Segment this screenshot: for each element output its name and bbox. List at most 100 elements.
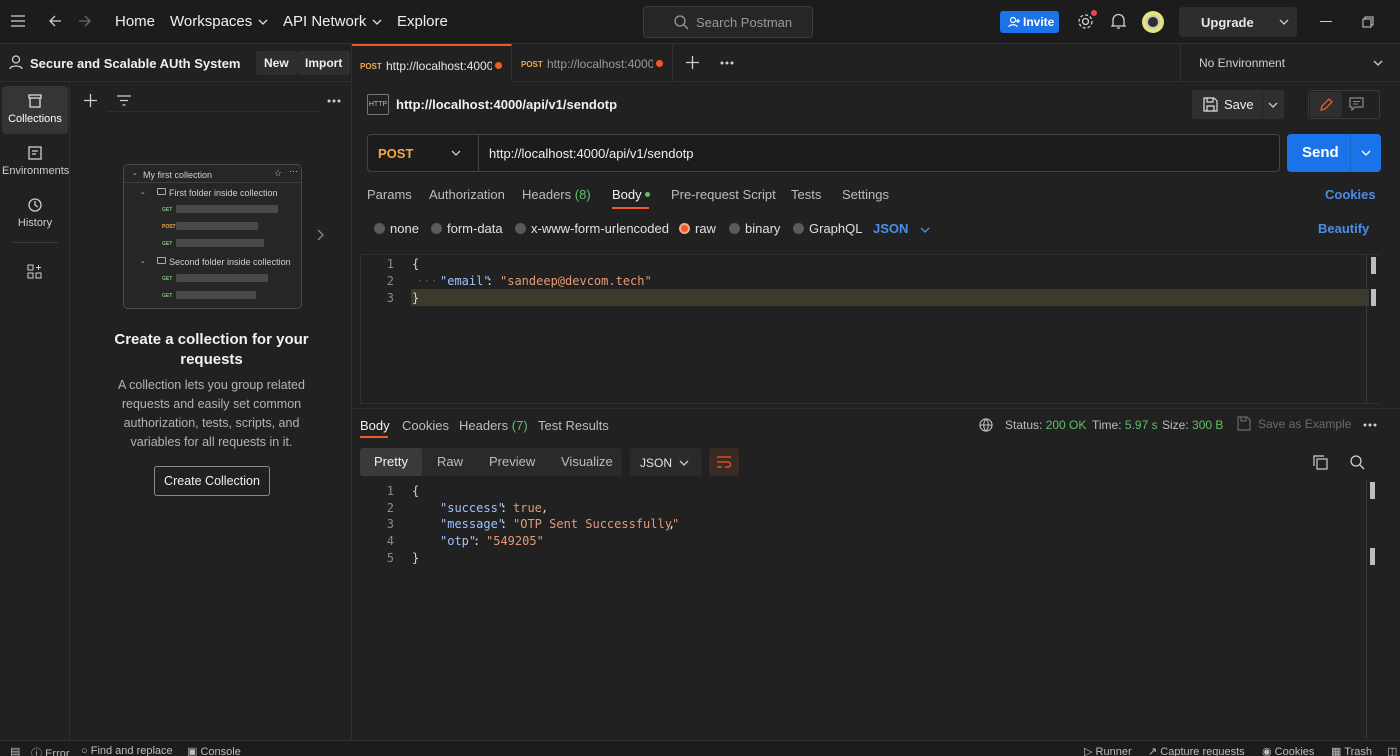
trash-button[interactable]: ▦ Trash bbox=[1331, 745, 1372, 756]
new-button[interactable]: New bbox=[256, 51, 297, 75]
nav-home[interactable]: Home bbox=[115, 13, 155, 30]
url-input[interactable] bbox=[478, 135, 1268, 171]
radio-x-www-form-urlencoded[interactable]: x-www-form-urlencoded bbox=[515, 221, 669, 236]
back-arrow-icon[interactable] bbox=[48, 14, 62, 28]
invite-button[interactable]: Invite bbox=[1000, 11, 1059, 33]
restore-window-icon[interactable] bbox=[1362, 16, 1374, 28]
save-as-example-button[interactable]: Save as Example bbox=[1258, 417, 1351, 431]
workspace-name[interactable]: Secure and Scalable AUth System bbox=[30, 56, 241, 71]
request-tab[interactable]: POST http://localhost:4000/api/v1/sendot… bbox=[352, 44, 512, 82]
minimize-icon[interactable] bbox=[1320, 21, 1332, 22]
rail-item-collections[interactable]: Collections bbox=[2, 86, 68, 134]
radio-form-data[interactable]: form-data bbox=[431, 221, 503, 236]
code-string: "sandeep@devcom.tech" bbox=[500, 274, 652, 288]
radio-raw[interactable]: raw bbox=[679, 221, 716, 236]
chevron-down-icon bbox=[258, 19, 268, 25]
user-icon bbox=[9, 55, 23, 70]
environment-label: No Environment bbox=[1199, 56, 1286, 70]
pane-divider[interactable] bbox=[352, 408, 1400, 409]
cookies-link[interactable]: Cookies bbox=[1325, 187, 1376, 202]
radio-none[interactable]: none bbox=[374, 221, 419, 236]
code-comma: , bbox=[541, 501, 549, 515]
globe-icon[interactable] bbox=[979, 418, 993, 432]
view-visualize[interactable]: Visualize bbox=[561, 448, 613, 476]
beautify-link[interactable]: Beautify bbox=[1318, 221, 1369, 236]
save-button[interactable]: Save bbox=[1192, 90, 1284, 119]
configure-sidebar-icon[interactable] bbox=[27, 264, 42, 279]
chevron-right-icon[interactable] bbox=[317, 229, 324, 241]
add-icon[interactable] bbox=[84, 94, 97, 107]
nav-explore[interactable]: Explore bbox=[397, 13, 448, 30]
response-tab-test-results[interactable]: Test Results bbox=[538, 418, 609, 433]
more-options-icon[interactable] bbox=[327, 99, 341, 103]
response-tab-cookies[interactable]: Cookies bbox=[402, 418, 449, 433]
request-title[interactable]: http://localhost:4000/api/v1/sendotp bbox=[396, 97, 617, 112]
wrap-lines-icon[interactable] bbox=[709, 448, 739, 476]
nav-workspaces[interactable]: Workspaces bbox=[170, 13, 268, 30]
more-options-icon[interactable] bbox=[1363, 423, 1377, 427]
send-button[interactable]: Send bbox=[1287, 134, 1381, 172]
body-format-select[interactable]: JSON bbox=[873, 221, 930, 236]
runner-button[interactable]: ▷ Runner bbox=[1084, 745, 1132, 756]
environments-icon bbox=[28, 146, 42, 160]
tab-tests[interactable]: Tests bbox=[791, 187, 821, 202]
chevron-down-icon[interactable] bbox=[1268, 102, 1278, 108]
collections-search-input[interactable] bbox=[107, 90, 318, 112]
status-readout: Status: 200 OK bbox=[1005, 418, 1086, 432]
response-tab-headers[interactable]: Headers (7) bbox=[459, 418, 528, 433]
sidebar-toggle-icon[interactable]: ▤ bbox=[10, 745, 20, 756]
editor-scrollbar-thumb[interactable] bbox=[1371, 289, 1376, 306]
chevron-down-icon[interactable] bbox=[1361, 150, 1371, 156]
tab-authorization[interactable]: Authorization bbox=[429, 187, 505, 202]
code-string: "OTP Sent Successfully" bbox=[513, 517, 680, 531]
console-button[interactable]: ▣ Console bbox=[187, 745, 241, 756]
create-collection-button[interactable]: Create Collection bbox=[154, 466, 270, 496]
cookies-button[interactable]: ◉ Cookies bbox=[1262, 745, 1314, 756]
search-bar[interactable]: Search Postman bbox=[643, 6, 813, 38]
request-tab[interactable]: POST http://localhost:4000/api/v1/login bbox=[513, 44, 673, 82]
viewer-scrollbar-thumb[interactable] bbox=[1370, 548, 1375, 565]
upgrade-button[interactable]: Upgrade bbox=[1179, 7, 1297, 37]
environment-selector[interactable]: No Environment bbox=[1180, 44, 1400, 82]
code-token: { bbox=[412, 484, 420, 498]
find-replace-button[interactable]: ○ Find and replace bbox=[81, 745, 173, 756]
nav-api-network[interactable]: API Network bbox=[283, 13, 382, 30]
chevron-down-icon[interactable] bbox=[451, 150, 461, 156]
forward-arrow-icon[interactable] bbox=[78, 14, 92, 28]
line-number: 5 bbox=[386, 551, 394, 565]
import-button[interactable]: Import bbox=[297, 51, 351, 75]
folder-icon bbox=[157, 188, 166, 195]
radio-graphql[interactable]: GraphQL bbox=[793, 221, 862, 236]
view-preview[interactable]: Preview bbox=[489, 448, 535, 476]
editor-scrollbar-thumb[interactable] bbox=[1371, 257, 1376, 274]
rail-item-label: History bbox=[17, 217, 53, 229]
tab-params[interactable]: Params bbox=[367, 187, 412, 202]
tab-settings[interactable]: Settings bbox=[842, 187, 889, 202]
new-tab-icon[interactable] bbox=[686, 56, 699, 69]
view-raw[interactable]: Raw bbox=[437, 448, 463, 476]
viewer-scrollbar-thumb[interactable] bbox=[1370, 482, 1375, 499]
bell-icon[interactable] bbox=[1111, 13, 1126, 30]
capture-requests-button[interactable]: ↗ Capture requests bbox=[1148, 745, 1245, 756]
tab-body[interactable]: Body bbox=[612, 187, 651, 202]
settings-gear-icon[interactable] bbox=[1077, 10, 1097, 30]
chevron-down-icon[interactable] bbox=[1279, 19, 1289, 25]
tab-headers[interactable]: Headers (8) bbox=[522, 187, 591, 202]
view-pretty[interactable]: Pretty bbox=[360, 448, 422, 476]
layout-toggle-icon[interactable]: ◫ bbox=[1387, 745, 1397, 756]
error-indicator[interactable]: ⓘ Error bbox=[31, 745, 70, 756]
avatar[interactable] bbox=[1142, 11, 1164, 33]
menu-icon[interactable] bbox=[11, 15, 25, 27]
rail-item-environments[interactable]: Environments bbox=[2, 138, 69, 186]
response-tab-body[interactable]: Body bbox=[360, 418, 390, 433]
edit-pencil-icon[interactable] bbox=[1310, 92, 1342, 117]
more-tabs-icon[interactable] bbox=[720, 61, 734, 65]
copy-icon[interactable] bbox=[1313, 455, 1328, 470]
tab-pre-request-script[interactable]: Pre-request Script bbox=[671, 187, 776, 202]
radio-binary[interactable]: binary bbox=[729, 221, 780, 236]
search-icon[interactable] bbox=[1350, 455, 1365, 470]
comment-icon[interactable] bbox=[1349, 97, 1364, 111]
rail-item-history[interactable]: History bbox=[2, 190, 68, 238]
response-format-select[interactable]: JSON bbox=[630, 448, 702, 476]
method-select[interactable]: POST bbox=[378, 146, 413, 161]
